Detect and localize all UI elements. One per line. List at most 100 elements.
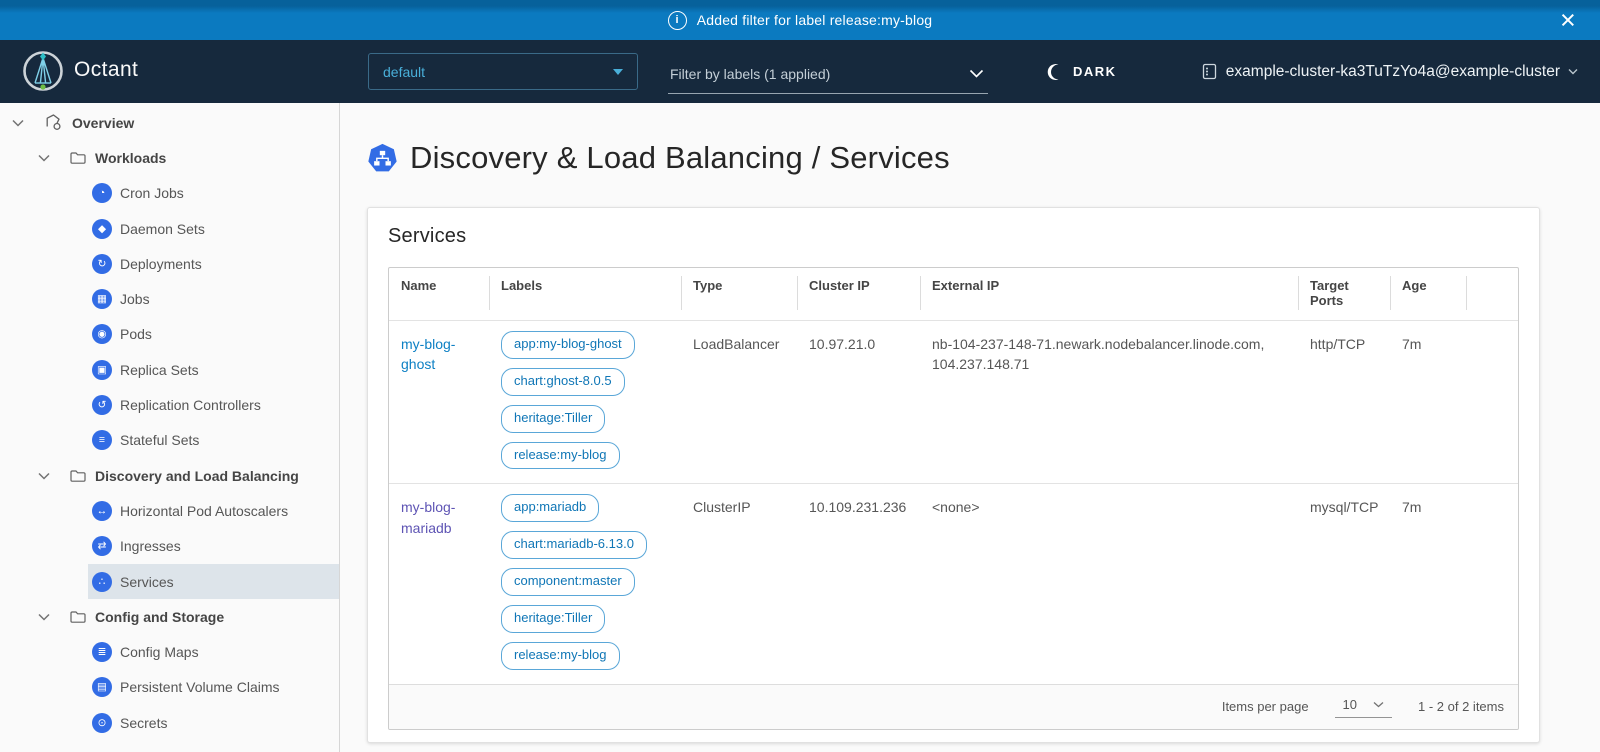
- type-cell: ClusterIP: [681, 484, 797, 684]
- table-footer: Items per page 10 1 - 2 of 2 items: [389, 684, 1518, 729]
- pods-icon: ◉: [92, 324, 112, 344]
- sidebar-item-workloads[interactable]: Workloads: [36, 140, 339, 175]
- age-cell: 7m: [1390, 321, 1466, 484]
- sidebar-item-label: Services: [120, 574, 174, 590]
- chevron-down-icon[interactable]: [36, 613, 52, 621]
- octant-logo-icon: [22, 50, 64, 92]
- label-chip[interactable]: heritage:Tiller: [501, 605, 605, 633]
- service-name-link[interactable]: my-blog-mariadb: [401, 499, 455, 535]
- moon-icon: [1046, 63, 1064, 81]
- sidebar-item-label: Config Maps: [120, 644, 199, 660]
- cluster-selector[interactable]: example-cluster-ka3TuTzYo4a@example-clus…: [1201, 40, 1578, 103]
- sidebar-item-label: Stateful Sets: [120, 432, 199, 448]
- cluster-ip-cell: 10.109.231.236: [797, 484, 920, 684]
- label-chip[interactable]: chart:mariadb-6.13.0: [501, 531, 647, 559]
- persistent-volume-claims-icon: ▤: [92, 677, 112, 697]
- col-target-ports: Target Ports: [1298, 268, 1390, 321]
- page-title: Discovery & Load Balancing / Services: [410, 140, 950, 176]
- secrets-icon: ⊙: [92, 713, 112, 733]
- replica-sets-icon: ▣: [92, 360, 112, 380]
- items-per-page-select[interactable]: 10: [1335, 695, 1392, 718]
- sidebar-item-pods[interactable]: ◉Pods: [88, 317, 339, 352]
- page-header: Discovery & Load Balancing / Services: [367, 140, 1540, 176]
- app-body: Overview Workloads ◔ Cron Jobs ◆ Daemon Sets ↻…: [0, 103, 1600, 752]
- app-title: Octant: [74, 58, 138, 82]
- col-spacer: [1466, 268, 1518, 321]
- labels-filter-dropdown[interactable]: Filter by labels (1 applied): [668, 60, 988, 94]
- sidebar-item-replica-sets[interactable]: ▣ Replica Sets: [88, 352, 339, 387]
- namespace-select[interactable]: default: [368, 53, 638, 90]
- table-header-row: Name Labels Type Cluster IP External IP …: [389, 268, 1518, 321]
- sidebar-item-label: Ingresses: [120, 538, 181, 554]
- spacer-cell: [1466, 484, 1518, 684]
- services-icon: ∴: [92, 572, 112, 592]
- sidebar-item-label: Replica Sets: [120, 362, 199, 378]
- table-row: my-blog-ghost app:my-blog-ghost chart:ghos…: [389, 321, 1518, 484]
- sidebar-item-label: Jobs: [120, 291, 150, 307]
- sidebar-item-stateful-sets[interactable]: ≡Stateful Sets: [88, 423, 339, 458]
- labels-filter-text: Filter by labels (1 applied): [670, 66, 969, 82]
- cluster-ip-cell: 10.97.21.0: [797, 321, 920, 484]
- sidebar-item-label: Overview: [72, 115, 134, 131]
- label-chip[interactable]: release:my-blog: [501, 442, 620, 470]
- label-chip[interactable]: component:master: [501, 568, 635, 596]
- sidebar-item-label: Persistent Volume Claims: [120, 679, 280, 695]
- sidebar-item-persistent-volume-claims[interactable]: ▤ Persistent Volume Claims: [88, 670, 339, 705]
- chevron-down-icon: [969, 69, 984, 78]
- octant-app: i Added filter for label release:my-blog…: [0, 0, 1600, 752]
- services-table: Name Labels Type Cluster IP External IP …: [388, 267, 1519, 730]
- labels-list: app:mariadb chart:mariadb-6.13.0 component…: [501, 494, 669, 669]
- close-banner-icon[interactable]: ×: [1552, 2, 1584, 38]
- label-chip[interactable]: heritage:Tiller: [501, 405, 605, 433]
- sidebar-item-config-maps[interactable]: ≣Config Maps: [88, 634, 339, 669]
- sidebar-item-daemon-sets[interactable]: ◆ Daemon Sets: [88, 211, 339, 246]
- sidebar-item-label: Replication Controllers: [120, 397, 261, 413]
- caret-down-icon: [613, 69, 623, 75]
- sidebar-item-label: Daemon Sets: [120, 221, 205, 237]
- cron-jobs-icon: ◔: [92, 183, 112, 203]
- services-card: Services Name Labels Type: [367, 207, 1540, 743]
- labels-list: app:my-blog-ghost chart:ghost-8.0.5 herita…: [501, 331, 669, 469]
- sidebar-item-discovery-and-load-balancing[interactable]: Discovery and Load Balancing: [36, 458, 339, 493]
- sidebar-item-secrets[interactable]: ⊙Secrets: [88, 705, 339, 740]
- sidebar-item-horizontal-pod-autoscalers[interactable]: ↔Horizontal Pod Autoscalers: [88, 493, 339, 528]
- sidebar-item-ingresses[interactable]: ⇄ Ingresses: [88, 529, 339, 564]
- label-chip[interactable]: chart:ghost-8.0.5: [501, 368, 625, 396]
- notification-banner: i Added filter for label release:my-blog…: [0, 0, 1600, 40]
- replication-controllers-icon: ↺: [92, 395, 112, 415]
- spacer-cell: [1466, 321, 1518, 484]
- ingresses-icon: ⇄: [92, 536, 112, 556]
- sidebar-item-cron-jobs[interactable]: ◔ Cron Jobs: [88, 176, 339, 211]
- service-heptagon-icon: [367, 143, 398, 174]
- external-ip-cell: nb-104-237-148-71.newark.nodebalancer.li…: [920, 321, 1298, 484]
- type-cell: LoadBalancer: [681, 321, 797, 484]
- sidebar-item-services[interactable]: ∴ Services: [88, 564, 339, 599]
- sidebar-item-replication-controllers[interactable]: ↺ Replication Controllers: [88, 387, 339, 422]
- service-name-link[interactable]: my-blog-ghost: [401, 336, 455, 372]
- sidebar-item-jobs[interactable]: ▦Jobs: [88, 281, 339, 316]
- sidebar-nav: Overview Workloads ◔ Cron Jobs ◆ Daemon Sets ↻…: [0, 103, 340, 752]
- folder-icon: [70, 151, 86, 165]
- chevron-down-icon[interactable]: [36, 154, 52, 162]
- sidebar-item-label: Cron Jobs: [120, 185, 184, 201]
- deployments-icon: ↻: [92, 254, 112, 274]
- col-external-ip: External IP: [920, 268, 1298, 321]
- sidebar-item-deployments[interactable]: ↻Deployments: [88, 246, 339, 281]
- col-type: Type: [681, 268, 797, 321]
- col-name: Name: [389, 268, 489, 321]
- chevron-down-icon[interactable]: [36, 472, 52, 480]
- sidebar-item-overview[interactable]: Overview: [10, 105, 339, 140]
- col-labels: Labels: [489, 268, 681, 321]
- theme-toggle[interactable]: DARK: [1046, 40, 1117, 103]
- sidebar-item-config-and-storage[interactable]: Config and Storage: [36, 599, 339, 634]
- sidebar-item-label: Horizontal Pod Autoscalers: [120, 503, 288, 519]
- chevron-down-icon[interactable]: [10, 119, 26, 127]
- sidebar-item-label: Config and Storage: [95, 609, 224, 625]
- label-chip[interactable]: release:my-blog: [501, 642, 620, 670]
- label-chip[interactable]: app:mariadb: [501, 494, 599, 522]
- app-header: Octant default Filter by labels (1 appli…: [0, 40, 1600, 103]
- daemon-sets-icon: ◆: [92, 219, 112, 239]
- col-cluster-ip: Cluster IP: [797, 268, 920, 321]
- label-chip[interactable]: app:my-blog-ghost: [501, 331, 635, 359]
- chevron-down-icon: [1373, 701, 1384, 708]
